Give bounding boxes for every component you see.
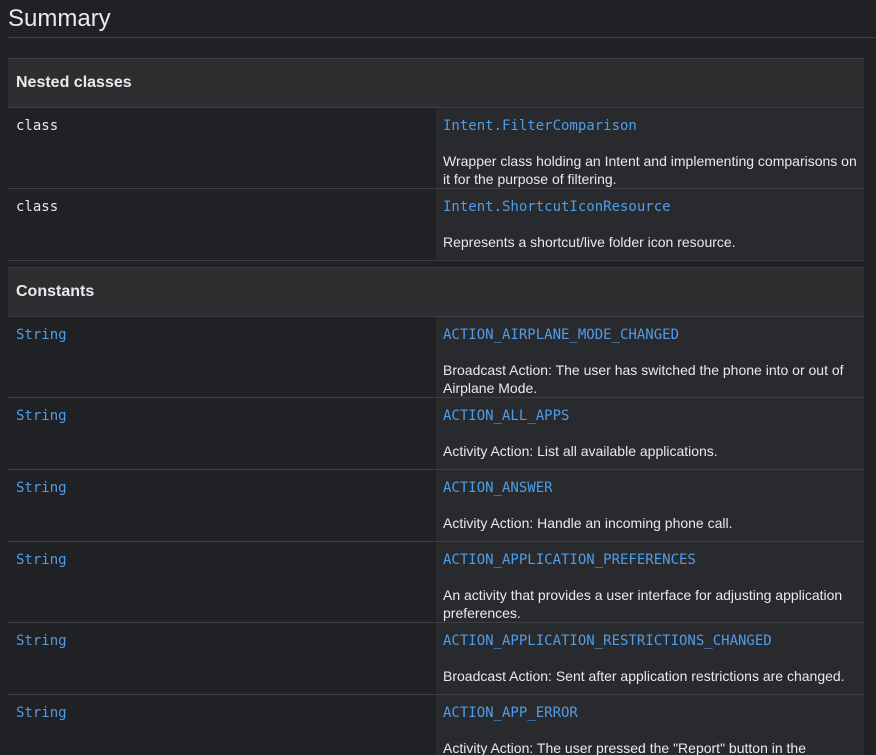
member-cell: ACTION_APP_ERROR Activity Action: The us… [436,694,864,755]
type-label: class [16,118,59,134]
member-description: An activity that provides a user interfa… [443,587,843,621]
constant-link[interactable]: ACTION_APPLICATION_RESTRICTIONS_CHANGED [436,623,864,650]
table-row: class Intent.ShortcutIconResource Repres… [8,188,864,261]
member-cell: ACTION_APPLICATION_PREFERENCES An activi… [436,541,864,623]
member-cell: ACTION_AIRPLANE_MODE_CHANGED Broadcast A… [436,316,864,398]
member-description: Wrapper class holding an Intent and impl… [443,153,857,187]
type-link[interactable]: String [8,623,436,650]
type-cell: String [8,622,436,695]
type-cell: String [8,469,436,542]
type-link[interactable]: String [8,542,436,569]
table-row: String ACTION_APPLICATION_PREFERENCES An… [8,541,864,623]
type-cell: class [8,188,436,261]
type-cell: String [8,316,436,398]
type-cell: class [8,107,436,189]
type-label: class [16,199,59,215]
type-cell: String [8,397,436,470]
title-divider [8,37,876,38]
constant-link[interactable]: ACTION_ANSWER [436,470,864,497]
table-row: String ACTION_APP_ERROR Activity Action:… [8,694,864,755]
member-description: Activity Action: List all available appl… [443,443,718,459]
member-cell: ACTION_APPLICATION_RESTRICTIONS_CHANGED … [436,622,864,695]
nested-classes-table: Nested classes class Intent.FilterCompar… [8,58,864,261]
page-title: Summary [8,5,111,32]
constants-table: Constants String ACTION_AIRPLANE_MODE_CH… [8,267,864,755]
member-description: Broadcast Action: Sent after application… [443,668,845,684]
table-row: String ACTION_ANSWER Activity Action: Ha… [8,469,864,542]
type-cell: String [8,694,436,755]
member-cell: Intent.FilterComparison Wrapper class ho… [436,107,864,189]
table-row: String ACTION_ALL_APPS Activity Action: … [8,397,864,470]
type-link[interactable]: String [8,317,436,344]
type-link[interactable]: String [8,470,436,497]
type-link[interactable]: String [8,695,436,722]
member-description: Activity Action: The user pressed the "R… [443,740,806,755]
type-cell: String [8,541,436,623]
table-row: class Intent.FilterComparison Wrapper cl… [8,107,864,189]
constant-link[interactable]: ACTION_APP_ERROR [436,695,864,722]
constant-link[interactable]: ACTION_AIRPLANE_MODE_CHANGED [436,317,864,344]
nested-classes-heading: Nested classes [8,58,864,108]
member-description: Represents a shortcut/live folder icon r… [443,234,736,250]
member-cell: ACTION_ANSWER Activity Action: Handle an… [436,469,864,542]
class-link[interactable]: Intent.FilterComparison [436,108,864,135]
type-link[interactable]: String [8,398,436,425]
constant-link[interactable]: ACTION_APPLICATION_PREFERENCES [436,542,864,569]
member-description: Broadcast Action: The user has switched … [443,362,844,396]
constant-link[interactable]: ACTION_ALL_APPS [436,398,864,425]
constants-heading: Constants [8,267,864,317]
table-row: String ACTION_APPLICATION_RESTRICTIONS_C… [8,622,864,695]
nested-classes-header-row: Nested classes [8,58,864,108]
constants-header-row: Constants [8,267,864,317]
member-description: Activity Action: Handle an incoming phon… [443,515,733,531]
class-link[interactable]: Intent.ShortcutIconResource [436,189,864,216]
member-cell: ACTION_ALL_APPS Activity Action: List al… [436,397,864,470]
member-cell: Intent.ShortcutIconResource Represents a… [436,188,864,261]
table-row: String ACTION_AIRPLANE_MODE_CHANGED Broa… [8,316,864,398]
